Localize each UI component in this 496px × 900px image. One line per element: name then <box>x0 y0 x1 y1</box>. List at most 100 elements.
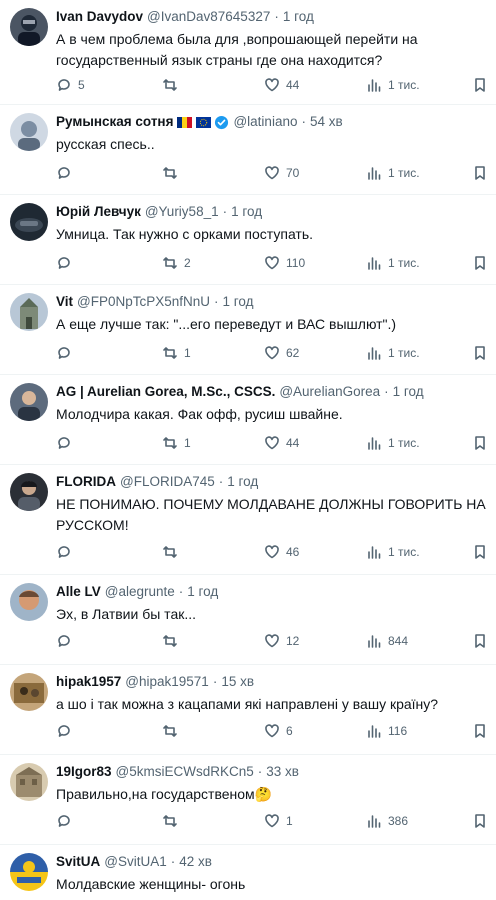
display-name[interactable]: AG | Aurelian Gorea, M.Sc., CSCS. <box>56 381 275 403</box>
like-button[interactable]: 6 <box>264 721 293 741</box>
views-icon <box>368 257 381 270</box>
views-button[interactable]: 386 <box>366 811 408 831</box>
timestamp[interactable]: 1 год <box>227 471 258 493</box>
avatar[interactable] <box>10 473 48 511</box>
timestamp[interactable]: 1 год <box>187 581 218 603</box>
bookmark-button[interactable] <box>472 75 488 95</box>
retweet-button[interactable] <box>162 631 184 651</box>
user-handle[interactable]: @Yuriy58_1 <box>145 201 219 223</box>
reply-button[interactable] <box>56 433 78 453</box>
tweet[interactable]: 19Igor83 @5kmsiECWsdRKCn5 · 33 хв Правил… <box>0 755 496 845</box>
avatar[interactable] <box>10 763 48 801</box>
retweet-button[interactable] <box>162 721 184 741</box>
retweet-button[interactable] <box>162 163 184 183</box>
bookmark-button[interactable] <box>472 433 488 453</box>
reply-button[interactable] <box>56 721 78 741</box>
bookmark-button[interactable] <box>472 721 488 741</box>
user-handle[interactable]: @IvanDav87645327 <box>147 6 270 28</box>
avatar[interactable] <box>10 113 48 151</box>
display-name[interactable]: SvitUA <box>56 851 100 873</box>
like-button[interactable]: 70 <box>264 163 299 183</box>
reply-button[interactable] <box>56 253 78 273</box>
display-name[interactable]: 19Igor83 <box>56 761 112 783</box>
retweet-button[interactable]: 1 <box>162 343 191 363</box>
user-handle[interactable]: @alegrunte <box>105 581 175 603</box>
timestamp[interactable]: 54 хв <box>310 111 343 133</box>
display-name[interactable]: Ivan Davydov <box>56 6 143 28</box>
display-name[interactable]: Румынская сотня <box>56 111 173 133</box>
views-button[interactable]: 1 тис. <box>366 343 420 363</box>
user-handle[interactable]: @5kmsiECWsdRKCn5 <box>116 761 254 783</box>
bookmark-button[interactable] <box>472 542 488 562</box>
avatar[interactable] <box>10 8 48 46</box>
tweet[interactable]: Юрій Левчук @Yuriy58_1 · 1 год Умница. Т… <box>0 195 496 285</box>
avatar[interactable] <box>10 293 48 331</box>
retweet-button[interactable] <box>162 542 184 562</box>
timestamp[interactable]: 1 год <box>393 381 424 403</box>
like-button[interactable]: 1 <box>264 811 293 831</box>
bookmark-button[interactable] <box>472 343 488 363</box>
user-handle[interactable]: @hipak19571 <box>125 671 209 693</box>
views-button[interactable]: 1 тис. <box>366 75 420 95</box>
tweet[interactable]: Румынская сотня @latiniano · 54 хв русск… <box>0 105 496 195</box>
like-button[interactable]: 44 <box>264 75 299 95</box>
tweet[interactable]: Vit @FP0NpTcPX5nfNnU · 1 год А еще лучше… <box>0 285 496 375</box>
display-name[interactable]: Юрій Левчук <box>56 201 141 223</box>
like-button[interactable]: 12 <box>264 631 299 651</box>
display-name[interactable]: Alle LV <box>56 581 101 603</box>
user-handle[interactable]: @SvitUA1 <box>104 851 166 873</box>
reply-button[interactable]: 5 <box>56 75 85 95</box>
retweet-button[interactable] <box>162 811 184 831</box>
tweet[interactable]: Alle LV @alegrunte · 1 год Эх, в Латвии … <box>0 575 496 665</box>
tweet[interactable]: hipak1957 @hipak19571 · 15 хв а шо і так… <box>0 665 496 755</box>
timestamp[interactable]: 33 хв <box>266 761 299 783</box>
reply-button[interactable] <box>56 811 78 831</box>
bookmark-button[interactable] <box>472 631 488 651</box>
timestamp[interactable]: 1 год <box>283 6 314 28</box>
tweet[interactable]: SvitUA @SvitUA1 · 42 хв Молдавские женщи… <box>0 845 496 900</box>
timestamp[interactable]: 1 год <box>231 201 262 223</box>
like-button[interactable]: 62 <box>264 343 299 363</box>
reply-icon <box>58 635 70 647</box>
retweet-button[interactable]: 1 <box>162 433 191 453</box>
like-button[interactable]: 46 <box>264 542 299 562</box>
like-button[interactable]: 110 <box>264 253 305 273</box>
views-button[interactable]: 1 тис. <box>366 433 420 453</box>
views-button[interactable]: 844 <box>366 631 408 651</box>
bookmark-button[interactable] <box>472 811 488 831</box>
reply-button[interactable] <box>56 163 78 183</box>
display-name[interactable]: hipak1957 <box>56 671 121 693</box>
bookmark-button[interactable] <box>472 253 488 273</box>
reply-button[interactable] <box>56 631 78 651</box>
bookmark-button[interactable] <box>472 163 488 183</box>
views-count: 844 <box>388 634 409 648</box>
user-handle[interactable]: @FLORIDA745 <box>120 471 215 493</box>
tweet[interactable]: AG | Aurelian Gorea, M.Sc., CSCS. @Aurel… <box>0 375 496 465</box>
views-button[interactable]: 1 тис. <box>366 542 420 562</box>
timestamp[interactable]: 1 год <box>223 291 254 313</box>
display-name[interactable]: Vit <box>56 291 73 313</box>
views-button[interactable]: 1 тис. <box>366 163 420 183</box>
reply-button[interactable] <box>56 542 78 562</box>
avatar[interactable] <box>10 203 48 241</box>
avatar[interactable] <box>10 673 48 711</box>
views-button[interactable]: 1 тис. <box>366 253 420 273</box>
avatar[interactable] <box>10 853 48 891</box>
avatar[interactable] <box>10 583 48 621</box>
timestamp[interactable]: 42 хв <box>179 851 212 873</box>
views-icon <box>368 546 381 559</box>
views-button[interactable]: 116 <box>366 721 407 741</box>
bookmark-icon <box>475 814 485 828</box>
user-handle[interactable]: @FP0NpTcPX5nfNnU <box>77 291 210 313</box>
tweet[interactable]: FLORIDA @FLORIDA745 · 1 год НЕ ПОНИМАЮ. … <box>0 465 496 575</box>
like-button[interactable]: 44 <box>264 433 299 453</box>
timestamp[interactable]: 15 хв <box>221 671 254 693</box>
tweet[interactable]: Ivan Davydov @IvanDav87645327 · 1 год А … <box>0 0 496 105</box>
user-handle[interactable]: @latiniano <box>233 111 297 133</box>
user-handle[interactable]: @AurelianGorea <box>279 381 380 403</box>
reply-button[interactable] <box>56 343 78 363</box>
display-name[interactable]: FLORIDA <box>56 471 116 493</box>
retweet-button[interactable] <box>162 75 184 95</box>
retweet-button[interactable]: 2 <box>162 253 191 273</box>
avatar[interactable] <box>10 383 48 421</box>
